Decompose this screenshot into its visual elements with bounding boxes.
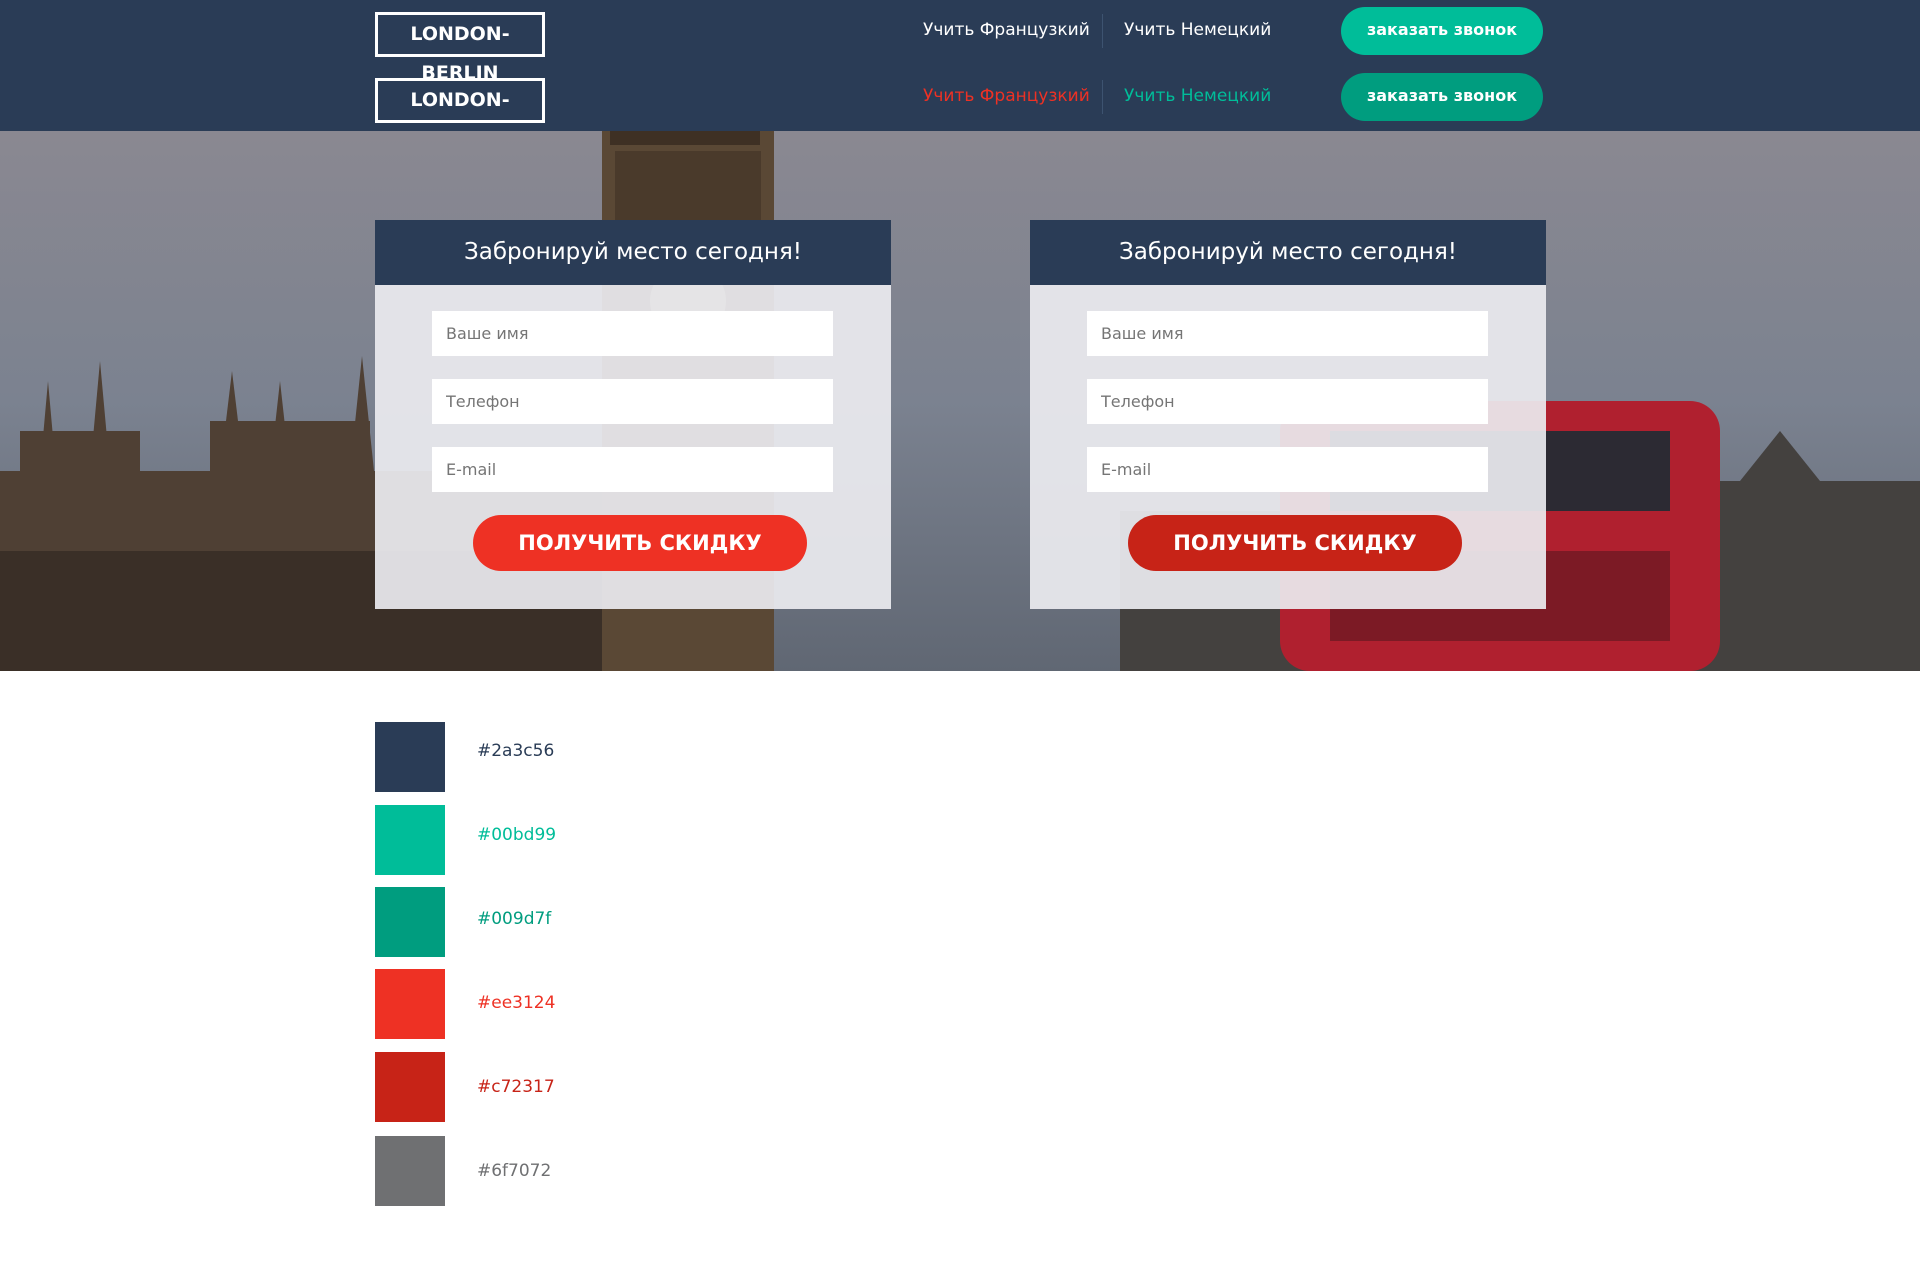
- color-swatch-label: #6f7072: [477, 1161, 552, 1181]
- get-discount-button[interactable]: ПОЛУЧИТЬ СКИДКУ: [1128, 515, 1462, 571]
- nav-link-learn-german[interactable]: Учить Немецкий: [1124, 86, 1271, 106]
- email-input[interactable]: [432, 447, 833, 492]
- color-swatch-label: #009d7f: [477, 909, 552, 929]
- london-skyline-background: [0, 131, 1920, 671]
- color-swatch-label: #00bd99: [477, 825, 557, 845]
- nav-divider: [1102, 14, 1103, 48]
- hero-section: Забронируй место сегодня! ПОЛУЧИТЬ СКИДК…: [0, 131, 1920, 671]
- color-swatch: [375, 805, 445, 875]
- email-input[interactable]: [1087, 447, 1488, 492]
- header-variant-default: LONDON-BERLIN Учить Французкий Учить Нем…: [375, 6, 1543, 84]
- phone-input[interactable]: [432, 379, 833, 424]
- color-swatch: [375, 887, 445, 957]
- color-swatch-label: #c72317: [477, 1077, 555, 1097]
- order-call-button[interactable]: заказать звонок: [1341, 73, 1543, 121]
- color-swatch-label: #2a3c56: [477, 741, 555, 761]
- nav-divider: [1102, 80, 1103, 114]
- site-header: LONDON-BERLIN Учить Французкий Учить Нем…: [0, 0, 1920, 150]
- form-body: ПОЛУЧИТЬ СКИДКУ: [375, 285, 891, 609]
- name-input[interactable]: [1087, 311, 1488, 356]
- form-title: Забронируй место сегодня!: [1030, 220, 1546, 285]
- phone-input[interactable]: [1087, 379, 1488, 424]
- color-swatch: [375, 722, 445, 792]
- order-call-button[interactable]: заказать звонок: [1341, 7, 1543, 55]
- booking-form-card: Забронируй место сегодня! ПОЛУЧИТЬ СКИДК…: [375, 220, 891, 609]
- header-variant-hover: LONDON-BERLIN Учить Французкий Учить Нем…: [375, 72, 1543, 150]
- color-swatch: [375, 1136, 445, 1206]
- form-body: ПОЛУЧИТЬ СКИДКУ: [1030, 285, 1546, 609]
- name-input[interactable]: [432, 311, 833, 356]
- color-swatch: [375, 1052, 445, 1122]
- color-swatch: [375, 969, 445, 1039]
- nav-link-learn-german[interactable]: Учить Немецкий: [1124, 20, 1271, 40]
- logo[interactable]: LONDON-BERLIN: [375, 78, 545, 150]
- color-swatch-label: #ee3124: [477, 993, 556, 1013]
- get-discount-button[interactable]: ПОЛУЧИТЬ СКИДКУ: [473, 515, 807, 571]
- nav-link-learn-french[interactable]: Учить Французкий: [923, 20, 1090, 40]
- booking-form-card: Забронируй место сегодня! ПОЛУЧИТЬ СКИДК…: [1030, 220, 1546, 609]
- form-title: Забронируй место сегодня!: [375, 220, 891, 285]
- nav-link-learn-french[interactable]: Учить Французкий: [923, 86, 1090, 106]
- logo[interactable]: LONDON-BERLIN: [375, 12, 545, 84]
